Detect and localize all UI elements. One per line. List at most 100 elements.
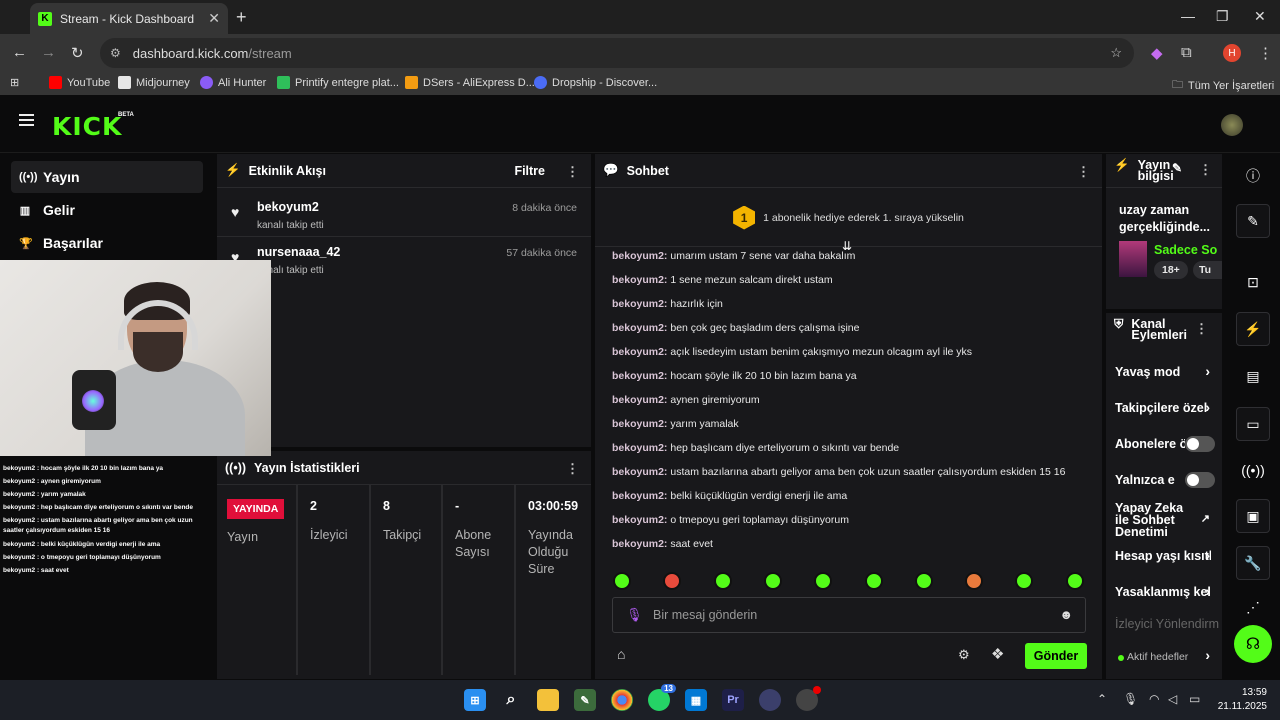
bookmark-printify[interactable]: Printify entegre plat...	[277, 76, 399, 89]
share-icon[interactable]: ⋰	[1236, 590, 1270, 624]
emote-icon[interactable]	[763, 572, 782, 590]
forward-icon[interactable]: →	[41, 44, 56, 61]
emote-icon[interactable]	[1065, 572, 1084, 590]
site-info-icon[interactable]: ⚙	[110, 46, 121, 60]
action-ai-moderation[interactable]: Yapay Zeka ile Sohbet Denetimi ↗	[1106, 502, 1222, 542]
emote-icon[interactable]	[965, 572, 984, 590]
chat-username[interactable]: bekoyum2:	[612, 442, 667, 454]
event-username[interactable]: nursenaaa_42	[257, 245, 340, 259]
tools-icon[interactable]: 🔧	[1236, 546, 1270, 580]
bookmark-midjourney[interactable]: Midjourney	[118, 76, 190, 89]
bolt-rail-icon[interactable]: ⚡	[1236, 312, 1270, 346]
bookmark-youtube[interactable]: YouTube	[49, 76, 110, 89]
whatsapp-icon[interactable]: 13	[648, 684, 676, 711]
chat-input[interactable]: 🎙 Bir mesaj gönderin ☻	[612, 597, 1086, 633]
info-icon[interactable]: ⓘ	[1236, 159, 1270, 193]
bookmark-dropship[interactable]: Dropship - Discover...	[534, 76, 657, 89]
store-icon[interactable]: ▦	[685, 689, 707, 711]
browser-tab[interactable]: K Stream - Kick Dashboard ✕	[30, 3, 228, 34]
window-close-icon[interactable]: ✕	[1254, 8, 1266, 25]
tab-close-icon[interactable]: ✕	[208, 10, 220, 27]
emoji-icon[interactable]: ☻	[1059, 607, 1073, 622]
battery-icon[interactable]: ▭	[1189, 692, 1200, 706]
emote-icon[interactable]	[713, 572, 732, 590]
sidebar-item-yayin[interactable]: ((•)) Yayın	[11, 161, 203, 193]
chat-username[interactable]: bekoyum2:	[612, 490, 667, 502]
emote-icon[interactable]	[914, 572, 933, 590]
notes-icon[interactable]: ▤	[1236, 359, 1270, 393]
action-emote-only[interactable]: Yalnızca emote	[1106, 472, 1222, 499]
reload-icon[interactable]: ↻	[71, 44, 84, 62]
emote-icon[interactable]	[663, 572, 682, 590]
action-subscribers-only[interactable]: Abonelere özel	[1106, 436, 1222, 463]
minimize-icon[interactable]: —	[1181, 8, 1195, 24]
chat-username[interactable]: bekoyum2:	[612, 538, 667, 550]
chat-settings-icon[interactable]: ⚙	[958, 647, 970, 663]
action-followers-only[interactable]: Takipçilere özel ›	[1106, 399, 1222, 427]
category-link[interactable]: Sadece So	[1154, 243, 1222, 257]
emote-icon[interactable]	[814, 572, 833, 590]
edit-pencil-icon[interactable]: ✎	[1172, 162, 1182, 174]
browser-menu-icon[interactable]: ⋮	[1258, 44, 1273, 62]
all-bookmarks[interactable]: 🗀 Tüm Yer İşaretleri	[1172, 76, 1274, 95]
maximize-icon[interactable]: ❐	[1216, 8, 1229, 25]
user-avatar[interactable]	[1221, 114, 1243, 136]
recording-app-icon[interactable]	[796, 686, 821, 711]
chat-username[interactable]: bekoyum2:	[612, 298, 667, 310]
sidebar-item-gelir[interactable]: ▥ Gelir	[11, 194, 203, 226]
chat-username[interactable]: bekoyum2:	[612, 346, 667, 358]
apps-grid-icon[interactable]: ⊞	[10, 76, 19, 89]
new-tab-icon[interactable]: +	[236, 7, 247, 28]
address-bar[interactable]: ⚙ dashboard.kick.com/stream ☆	[100, 38, 1134, 68]
chat-username[interactable]: bekoyum2:	[612, 250, 667, 262]
bookmark-ali-hunter[interactable]: Ali Hunter	[200, 76, 266, 89]
video-panel-icon[interactable]: ▣	[1236, 499, 1270, 533]
chrome-icon[interactable]	[611, 689, 633, 711]
chat-rail-icon[interactable]: ▭	[1236, 407, 1270, 441]
action-banned-words[interactable]: Yasaklanmış kelimeler ›	[1106, 583, 1222, 611]
action-account-age[interactable]: Hesap yaşı kısıtlaması ›	[1106, 547, 1222, 575]
sidebar-item-basarilar[interactable]: 🏆 Başarılar	[11, 227, 203, 259]
screenshot-icon[interactable]: ⊡	[1236, 265, 1270, 299]
emote-only-toggle[interactable]	[1185, 472, 1215, 488]
file-explorer-icon[interactable]	[537, 689, 559, 711]
mic-tray-icon[interactable]: 🎙	[1123, 692, 1138, 706]
gift-icon[interactable]: ❖	[991, 645, 1004, 663]
clock[interactable]: 13:59 21.11.2025	[1213, 686, 1267, 714]
chat-more-icon[interactable]: ⋮	[1077, 164, 1090, 180]
chat-username[interactable]: bekoyum2:	[612, 370, 667, 382]
channel-actions-more-icon[interactable]: ⋮	[1195, 322, 1208, 335]
stats-more-icon[interactable]: ⋮	[566, 461, 579, 477]
premiere-icon[interactable]: Pr	[722, 689, 744, 711]
action-slow-mode[interactable]: Yavaş mod ›	[1106, 363, 1222, 391]
chat-username[interactable]: bekoyum2:	[612, 394, 667, 406]
emote-icon[interactable]	[1015, 572, 1034, 590]
send-button[interactable]: Gönder	[1025, 643, 1087, 669]
emote-icon[interactable]	[613, 572, 631, 590]
action-active-goals[interactable]: Aktif hedefler ›	[1106, 647, 1222, 673]
broadcast-rail-icon[interactable]: ((•))	[1236, 453, 1270, 487]
chat-username[interactable]: bekoyum2:	[612, 274, 667, 286]
action-viewer-redirect[interactable]: İzleyici Yönlendirme	[1106, 617, 1222, 643]
kick-logo[interactable]: KICK	[52, 112, 122, 141]
windows-start-icon[interactable]: ⊞	[464, 689, 486, 711]
emote-icon[interactable]	[864, 572, 883, 590]
support-headset-icon[interactable]: ☊	[1234, 625, 1272, 663]
store-icon[interactable]: ⌂	[617, 646, 625, 662]
bookmark-star-icon[interactable]: ☆	[1110, 45, 1122, 61]
back-icon[interactable]: ←	[12, 44, 27, 61]
wifi-icon[interactable]: ◠	[1149, 692, 1159, 706]
extension-puzzle-purple-icon[interactable]: ◆	[1151, 44, 1163, 62]
tray-chevron-icon[interactable]: ⌃	[1097, 692, 1107, 706]
volume-icon[interactable]: ◁	[1168, 692, 1177, 706]
event-username[interactable]: bekoyum2	[257, 200, 319, 214]
hamburger-menu-icon[interactable]	[19, 119, 34, 121]
filter-button[interactable]: Filtre	[514, 164, 545, 178]
microphone-icon[interactable]: 🎙	[626, 607, 643, 623]
chat-username[interactable]: bekoyum2:	[612, 466, 667, 478]
extensions-icon[interactable]: ⧉	[1181, 44, 1192, 61]
notepad-icon[interactable]: ✎	[574, 689, 596, 711]
stream-info-more-icon[interactable]: ⋮	[1199, 163, 1212, 176]
chat-username[interactable]: bekoyum2:	[612, 418, 667, 430]
subscribers-only-toggle[interactable]	[1185, 436, 1215, 452]
